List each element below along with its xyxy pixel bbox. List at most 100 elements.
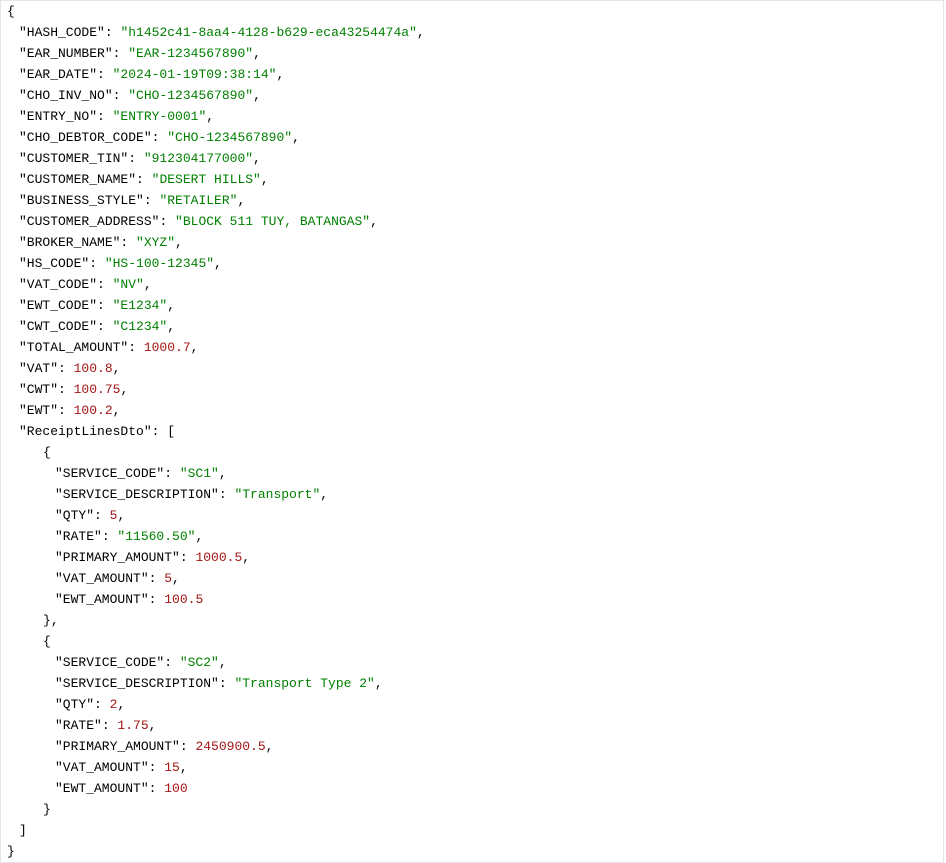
json-key: "QTY" [55, 697, 94, 712]
code-line: "PRIMARY_AMOUNT": 2450900.5, [1, 736, 943, 757]
code-line: "VAT_AMOUNT": 15, [1, 757, 943, 778]
json-key: "SERVICE_CODE" [55, 655, 164, 670]
code-line: "CUSTOMER_TIN": "912304177000", [1, 148, 943, 169]
code-line: "EWT_CODE": "E1234", [1, 295, 943, 316]
code-line: "PRIMARY_AMOUNT": 1000.5, [1, 547, 943, 568]
json-key: "SERVICE_DESCRIPTION" [55, 676, 219, 691]
json-key: "EWT_AMOUNT" [55, 781, 149, 796]
code-line: { [1, 1, 943, 22]
json-value: "ENTRY-0001" [113, 109, 207, 124]
code-line: "HS_CODE": "HS-100-12345", [1, 253, 943, 274]
json-key: "HASH_CODE" [19, 25, 105, 40]
json-value: "EAR-1234567890" [128, 46, 253, 61]
code-line: "EWT_AMOUNT": 100 [1, 778, 943, 799]
json-key: "CUSTOMER_ADDRESS" [19, 214, 159, 229]
code-line: }, [1, 610, 943, 631]
code-line: "QTY": 2, [1, 694, 943, 715]
code-line: "CHO_DEBTOR_CODE": "CHO-1234567890", [1, 127, 943, 148]
json-key: "SERVICE_DESCRIPTION" [55, 487, 219, 502]
code-line: "VAT_AMOUNT": 5, [1, 568, 943, 589]
json-key: "RATE" [55, 529, 102, 544]
json-value: 2450900.5 [195, 739, 265, 754]
code-line: "ReceiptLinesDto": [ [1, 421, 943, 442]
code-line: "SERVICE_CODE": "SC2", [1, 652, 943, 673]
bracket-close: ] [19, 823, 27, 838]
code-line: ] [1, 820, 943, 841]
json-value: "XYZ" [136, 235, 175, 250]
json-value: 100.75 [74, 382, 121, 397]
code-line: "SERVICE_CODE": "SC1", [1, 463, 943, 484]
json-key: "BROKER_NAME" [19, 235, 120, 250]
json-value: 100.8 [74, 361, 113, 376]
brace-close: } [43, 802, 51, 817]
brace-open: { [43, 445, 51, 460]
json-key: "EAR_DATE" [19, 67, 97, 82]
json-key: "EWT" [19, 403, 58, 418]
json-value: "DESERT HILLS" [152, 172, 261, 187]
code-line: "ENTRY_NO": "ENTRY-0001", [1, 106, 943, 127]
code-line: "EAR_DATE": "2024-01-19T09:38:14", [1, 64, 943, 85]
json-value: "912304177000" [144, 151, 253, 166]
brace-open: { [43, 634, 51, 649]
json-value: 1000.5 [195, 550, 242, 565]
code-line: "CUSTOMER_NAME": "DESERT HILLS", [1, 169, 943, 190]
code-line: "SERVICE_DESCRIPTION": "Transport", [1, 484, 943, 505]
json-value: 100.5 [164, 592, 203, 607]
json-key: "ReceiptLinesDto" [19, 424, 152, 439]
code-line: "EWT_AMOUNT": 100.5 [1, 589, 943, 610]
json-key: "VAT_AMOUNT" [55, 760, 149, 775]
code-line: "SERVICE_DESCRIPTION": "Transport Type 2… [1, 673, 943, 694]
code-line: "EAR_NUMBER": "EAR-1234567890", [1, 43, 943, 64]
json-key: "CUSTOMER_NAME" [19, 172, 136, 187]
json-value: "NV" [113, 277, 144, 292]
brace-close: } [43, 613, 51, 628]
json-key: "SERVICE_CODE" [55, 466, 164, 481]
json-value: 1000.7 [144, 340, 191, 355]
json-key: "CWT" [19, 382, 58, 397]
json-key: "RATE" [55, 718, 102, 733]
json-value: "Transport" [234, 487, 320, 502]
code-line: "RATE": 1.75, [1, 715, 943, 736]
code-line: "HASH_CODE": "h1452c41-8aa4-4128-b629-ec… [1, 22, 943, 43]
json-key: "CWT_CODE" [19, 319, 97, 334]
json-key: "QTY" [55, 508, 94, 523]
json-value: 15 [164, 760, 180, 775]
json-value: "SC2" [180, 655, 219, 670]
json-key: "PRIMARY_AMOUNT" [55, 550, 180, 565]
json-key: "CHO_DEBTOR_CODE" [19, 130, 152, 145]
json-key: "VAT_CODE" [19, 277, 97, 292]
code-line: "CWT": 100.75, [1, 379, 943, 400]
code-line: "CHO_INV_NO": "CHO-1234567890", [1, 85, 943, 106]
code-line: "BUSINESS_STYLE": "RETAILER", [1, 190, 943, 211]
code-line: "CUSTOMER_ADDRESS": "BLOCK 511 TUY, BATA… [1, 211, 943, 232]
json-key: "EWT_CODE" [19, 298, 97, 313]
json-value: "RETAILER" [159, 193, 237, 208]
brace-open: { [1, 1, 943, 22]
json-key: "TOTAL_AMOUNT" [19, 340, 128, 355]
json-value: "2024-01-19T09:38:14" [113, 67, 277, 82]
code-line: { [1, 631, 943, 652]
json-value: "E1234" [113, 298, 168, 313]
json-key: "PRIMARY_AMOUNT" [55, 739, 180, 754]
json-value: 100.2 [74, 403, 113, 418]
json-key: "ENTRY_NO" [19, 109, 97, 124]
code-line: "VAT": 100.8, [1, 358, 943, 379]
bracket-open: [ [167, 424, 175, 439]
json-key: "VAT" [19, 361, 58, 376]
json-value: "BLOCK 511 TUY, BATANGAS" [175, 214, 370, 229]
code-line: "QTY": 5, [1, 505, 943, 526]
code-line: "CWT_CODE": "C1234", [1, 316, 943, 337]
json-value: "CHO-1234567890" [128, 88, 253, 103]
json-value: 5 [164, 571, 172, 586]
json-key: "VAT_AMOUNT" [55, 571, 149, 586]
json-value: "h1452c41-8aa4-4128-b629-eca43254474a" [120, 25, 416, 40]
code-line: "TOTAL_AMOUNT": 1000.7, [1, 337, 943, 358]
json-value: "SC1" [180, 466, 219, 481]
json-key: "EWT_AMOUNT" [55, 592, 149, 607]
json-value: 1.75 [117, 718, 148, 733]
code-line: } [1, 841, 943, 862]
json-key: "BUSINESS_STYLE" [19, 193, 144, 208]
json-key: "HS_CODE" [19, 256, 89, 271]
json-key: "CHO_INV_NO" [19, 88, 113, 103]
json-code-block: { "HASH_CODE": "h1452c41-8aa4-4128-b629-… [0, 0, 944, 863]
